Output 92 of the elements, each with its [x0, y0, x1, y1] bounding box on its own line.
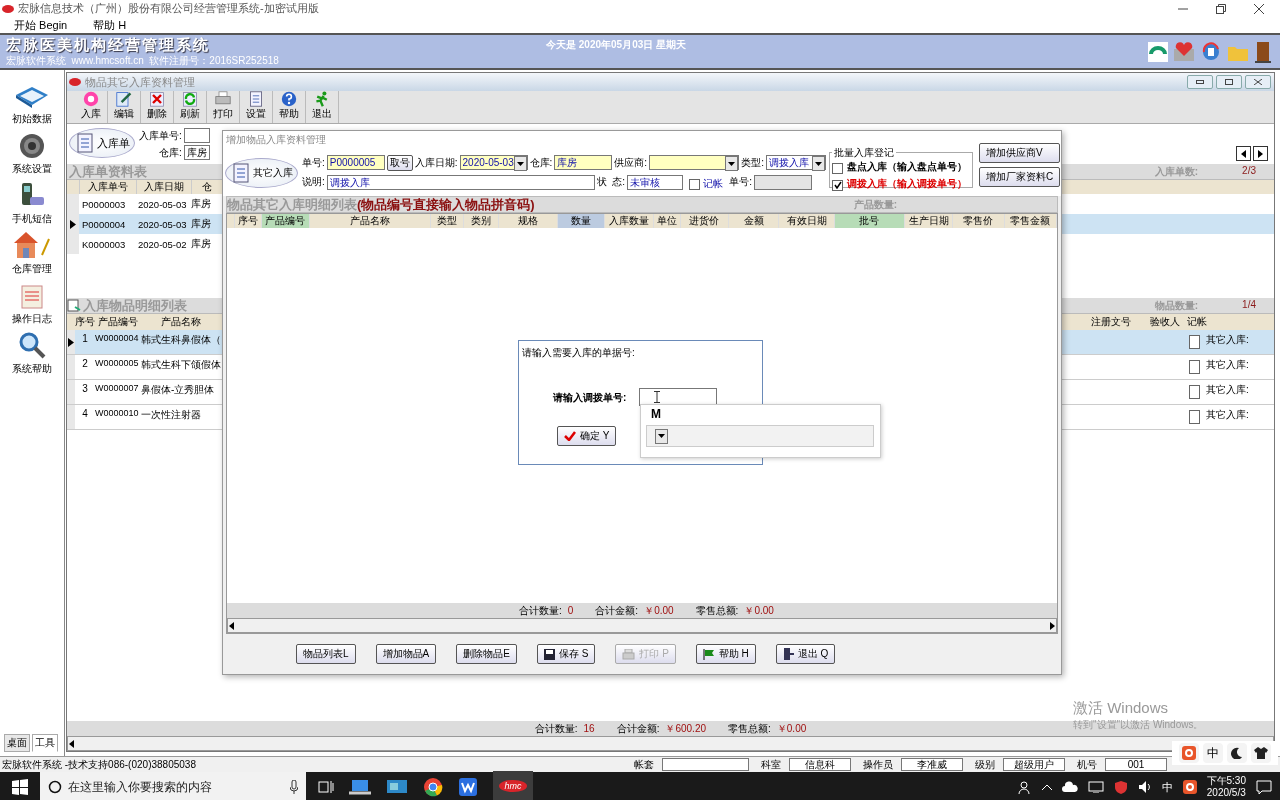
total-label: 合计金额: [595, 604, 639, 616]
status-label: 科室 [761, 757, 781, 772]
table-cell-text: P0000003 [81, 198, 127, 210]
table-cell-text: 2020-05-03 [137, 218, 188, 230]
table-cell-text: 其它入库: [1205, 333, 1250, 347]
group-title: 批量入库登记 [832, 146, 896, 160]
window-title: 宏脉信息技术（广州）股份有限公司经营管理系统-加密试用版 [18, 1, 319, 16]
table-cell-text: P0000004 [81, 218, 127, 230]
table-cell-text: 其它入库: [1205, 408, 1250, 422]
column-header: 批号 [834, 214, 905, 228]
column-header: 序号 [75, 315, 95, 329]
table-cell-text: 库房 [190, 237, 212, 251]
table-cell-text: 鼻假体-立秀胆体 [141, 383, 216, 397]
total-label: 合计金额: [616, 722, 660, 734]
status-field: 001 [1105, 758, 1167, 771]
total-value: ￥600.20 [665, 722, 706, 734]
table-cell-text: W0000005 [95, 357, 140, 368]
table-cell-text: W0000007 [95, 382, 140, 393]
activation-notice: 激活 Windows 转到"设置"以激活 Windows。 [1073, 699, 1204, 732]
status-field: 李准威 [901, 758, 963, 771]
status-label: 机号 [1077, 757, 1097, 772]
table-cell-text: W0000004 [95, 332, 140, 343]
table-cell-text: 其它入库: [1205, 383, 1250, 397]
total-label: 零售总额: [695, 604, 739, 616]
total-value: ￥0.00 [644, 604, 674, 616]
field-label: 状 态: [596, 175, 626, 189]
field-label: 说明: [302, 175, 325, 189]
count-label: 物品数量: [1154, 298, 1199, 313]
total-value: ￥0.00 [776, 722, 807, 734]
prompt-caption: 请输入需要入库的单据号: [522, 346, 635, 360]
status-label: 帐套 [634, 757, 654, 772]
section-title: 物品其它入库明细列表 [227, 195, 357, 214]
table-cell-text: 库房 [190, 217, 212, 231]
checkbox-label: 记帐 [703, 176, 724, 191]
count-value: 1/4 [1242, 298, 1256, 312]
section-title: 入库物品明细列表 [82, 296, 187, 315]
receipt-badge: 入库单 [69, 128, 135, 158]
table-cell-text: 1 [81, 332, 89, 344]
total-value: 16 [583, 722, 595, 734]
table-cell-text: 韩式生科鼻假体（ [141, 333, 221, 347]
total-label: 合计数量: [534, 722, 578, 734]
status-label: 操作员 [863, 757, 893, 772]
total-value: ￥0.00 [744, 604, 774, 616]
table-cell-text: 2020-05-02 [137, 238, 188, 250]
table-cell-text: 一次性注射器 [141, 408, 202, 422]
count-value: 2/3 [1242, 164, 1256, 178]
table-cell-text: 4 [81, 407, 89, 419]
table-cell-text: K0000003 [81, 238, 127, 250]
date-label: 今天是 2020年05月03日 星期天 [546, 38, 687, 52]
total-value: 0 [567, 604, 574, 616]
order-number-label: 入库单号: [139, 128, 182, 143]
section-hint: (物品编号直接输入物品拼音码) [357, 195, 535, 214]
banner-subtitle: 宏脉软件系统 www.hmcsoft.cn 软件注册号：2016SR252518 [6, 55, 280, 67]
table-cell-text: 2 [81, 357, 89, 369]
count-label: 入库单数: [1154, 164, 1199, 179]
field-label: 仓库: [529, 155, 553, 170]
total-label: 零售总额: [728, 722, 771, 734]
checkbox-label: 盘点入库（输入盘点单号） [847, 160, 967, 174]
warehouse-label: 仓库: [159, 145, 182, 160]
table-cell-text: 其它入库: [1205, 358, 1250, 372]
column-header: 产品编号 [97, 315, 139, 329]
count-label: 产品数量: [853, 197, 898, 212]
status-label: 级别 [975, 757, 995, 772]
field-label: 类型: [741, 155, 764, 170]
column-header: 产品编号 [261, 214, 311, 228]
column-header: 数量 [558, 214, 606, 228]
status-field: 超级用户 [1003, 758, 1065, 771]
section-title: 入库单资料表 [68, 162, 147, 181]
field-label: 供应商: [614, 155, 648, 170]
column-header: 入库单号 [80, 180, 137, 194]
field-label: 单号: [729, 176, 752, 187]
status-field: 信息科 [789, 758, 851, 771]
child-window-title: 物品其它入库资料管理 [85, 74, 195, 90]
checkbox-label: 调拨入库（输入调拨单号） [847, 177, 967, 191]
column-header: 记帐 [1186, 315, 1208, 329]
column-header: 注册文号 [1090, 315, 1132, 329]
field-label: 请输入调拨单号: [553, 391, 627, 405]
field-label: 入库日期: [414, 155, 458, 170]
typed-text: M [651, 407, 661, 421]
banner-title: 宏脉医美机构经营管理系统 [6, 35, 211, 55]
table-cell-text: W0000010 [95, 407, 140, 418]
column-header: 入库日期 [137, 180, 192, 194]
column-header: 验收人 [1149, 315, 1181, 329]
table-cell-text: 3 [81, 382, 89, 394]
field-label: 单号: [302, 155, 325, 170]
total-label: 合计数量: [519, 604, 562, 616]
other-receipt-badge: 其它入库 [225, 157, 298, 188]
table-cell-text: 2020-05-03 [137, 198, 188, 210]
column-header: 产品名称 [160, 315, 202, 329]
table-cell-text: 韩式生科下颌假体 [141, 358, 221, 372]
table-cell-text: 库房 [190, 197, 212, 211]
support-text: 宏脉软件系统 -技术支持086-(020)38805038 [1, 757, 197, 772]
